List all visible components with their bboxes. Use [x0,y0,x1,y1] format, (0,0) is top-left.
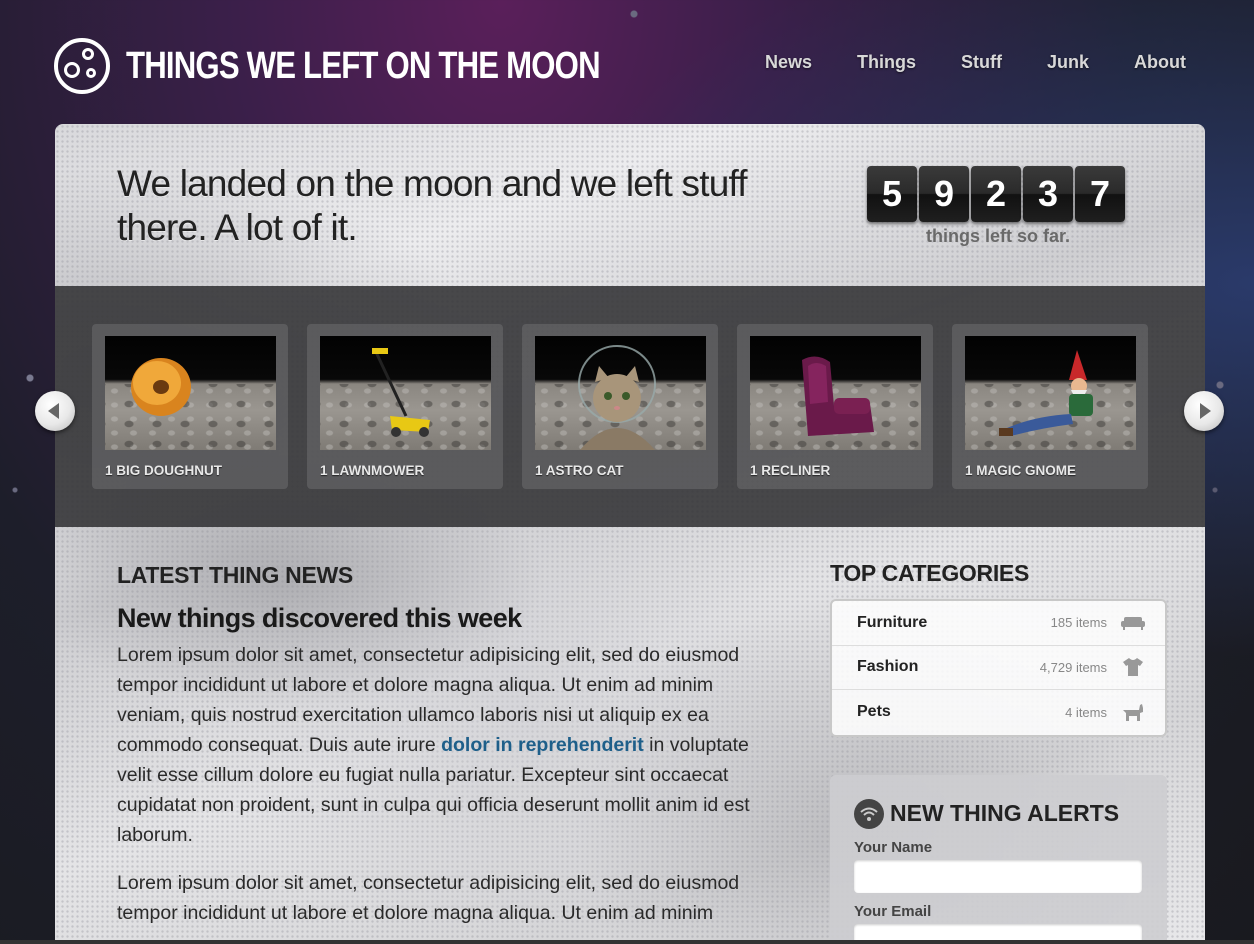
sofa-icon [1121,613,1145,633]
nav-about[interactable]: About [1134,52,1186,73]
moon-icon [54,38,110,94]
nav-junk[interactable]: Junk [1047,52,1089,73]
main-panel: We landed on the moon and we left stuff … [55,124,1205,944]
carousel-next-button[interactable] [1184,391,1224,431]
chevron-left-icon [48,403,59,419]
pet-icon [1121,702,1145,722]
category-count: 185 items [1050,615,1107,631]
name-field[interactable] [854,859,1142,893]
things-counter: 5 9 2 3 7 things left so far. [867,166,1129,247]
bottom-border [0,940,1254,944]
chevron-right-icon [1200,403,1211,419]
news-inline-link[interactable]: dolor in reprehenderit [441,734,644,756]
nav-news[interactable]: News [765,52,812,73]
carousel-card-recliner[interactable]: 1 RECLINER [737,324,933,489]
category-count: 4 items [1065,704,1107,720]
name-label: Your Name [854,838,933,856]
site-header: THINGS WE LEFT ON THE MOON News Things S… [0,0,1254,124]
sidebar: TOP CATEGORIES Furniture 185 items Fashi… [830,560,1167,944]
carousel-card-label: 1 RECLINER [750,463,831,478]
carousel-card-label: 1 BIG DOUGHNUT [105,463,223,478]
news-paragraph: Lorem ipsum dolor sit amet, consectetur … [117,640,777,850]
things-carousel: 1 BIG DOUGHNUT 1 LAWNMOWER 1 ASTRO CAT 1… [55,286,1205,527]
counter-digit: 9 [919,166,969,222]
categories-list: Furniture 185 items Fashion 4,729 items … [830,599,1167,737]
wifi-icon [854,798,884,829]
category-furniture[interactable]: Furniture 185 items [832,601,1165,646]
alerts-form: NEW THING ALERTS Your Name Your Email [830,774,1167,944]
news-heading: LATEST THING NEWS [117,562,353,588]
carousel-card-doughnut[interactable]: 1 BIG DOUGHNUT [92,324,288,489]
counter-digit: 2 [971,166,1021,222]
carousel-card-label: 1 LAWNMOWER [320,463,425,478]
alerts-header: NEW THING ALERTS [854,798,1143,829]
categories-heading: TOP CATEGORIES [830,560,1030,586]
site-logo[interactable]: THINGS WE LEFT ON THE MOON [54,38,704,94]
tshirt-icon [1121,657,1145,677]
lawnmower-image [320,336,491,450]
carousel-card-astro-cat[interactable]: 1 ASTRO CAT [522,324,718,489]
news-article-title[interactable]: New things discovered this week [117,603,777,634]
hero-headline: We landed on the moon and we left stuff … [117,163,748,248]
carousel-prev-button[interactable] [35,391,75,431]
carousel-card-label: 1 MAGIC GNOME [965,463,1077,478]
carousel-card-magic-gnome[interactable]: 1 MAGIC GNOME [952,324,1148,489]
counter-digit: 5 [867,166,917,222]
carousel-card-label: 1 ASTRO CAT [535,463,624,478]
category-name: Furniture [857,613,928,631]
magic-gnome-image [965,336,1136,450]
category-fashion[interactable]: Fashion 4,729 items [832,646,1165,690]
email-label: Your Email [854,902,932,920]
carousel-card-lawnmower[interactable]: 1 LAWNMOWER [307,324,503,489]
main-nav: News Things Stuff Junk About [720,52,1186,73]
recliner-image [750,336,921,450]
doughnut-image [105,336,276,450]
counter-digits: 5 9 2 3 7 [867,166,1129,222]
counter-digit: 3 [1023,166,1073,222]
alerts-heading: NEW THING ALERTS [890,800,1120,826]
astro-cat-image [535,336,706,450]
category-name: Fashion [857,658,919,676]
counter-digit: 7 [1075,166,1125,222]
nav-things[interactable]: Things [857,52,916,73]
category-count: 4,729 items [1039,659,1107,675]
news-section: LATEST THING NEWS New things discovered … [117,562,777,928]
category-pets[interactable]: Pets 4 items [832,690,1165,735]
category-name: Pets [857,703,891,721]
nav-stuff[interactable]: Stuff [961,52,1002,73]
counter-label: things left so far. [925,226,1071,246]
news-paragraph: Lorem ipsum dolor sit amet, consectetur … [117,872,740,924]
site-title: THINGS WE LEFT ON THE MOON [126,44,601,87]
